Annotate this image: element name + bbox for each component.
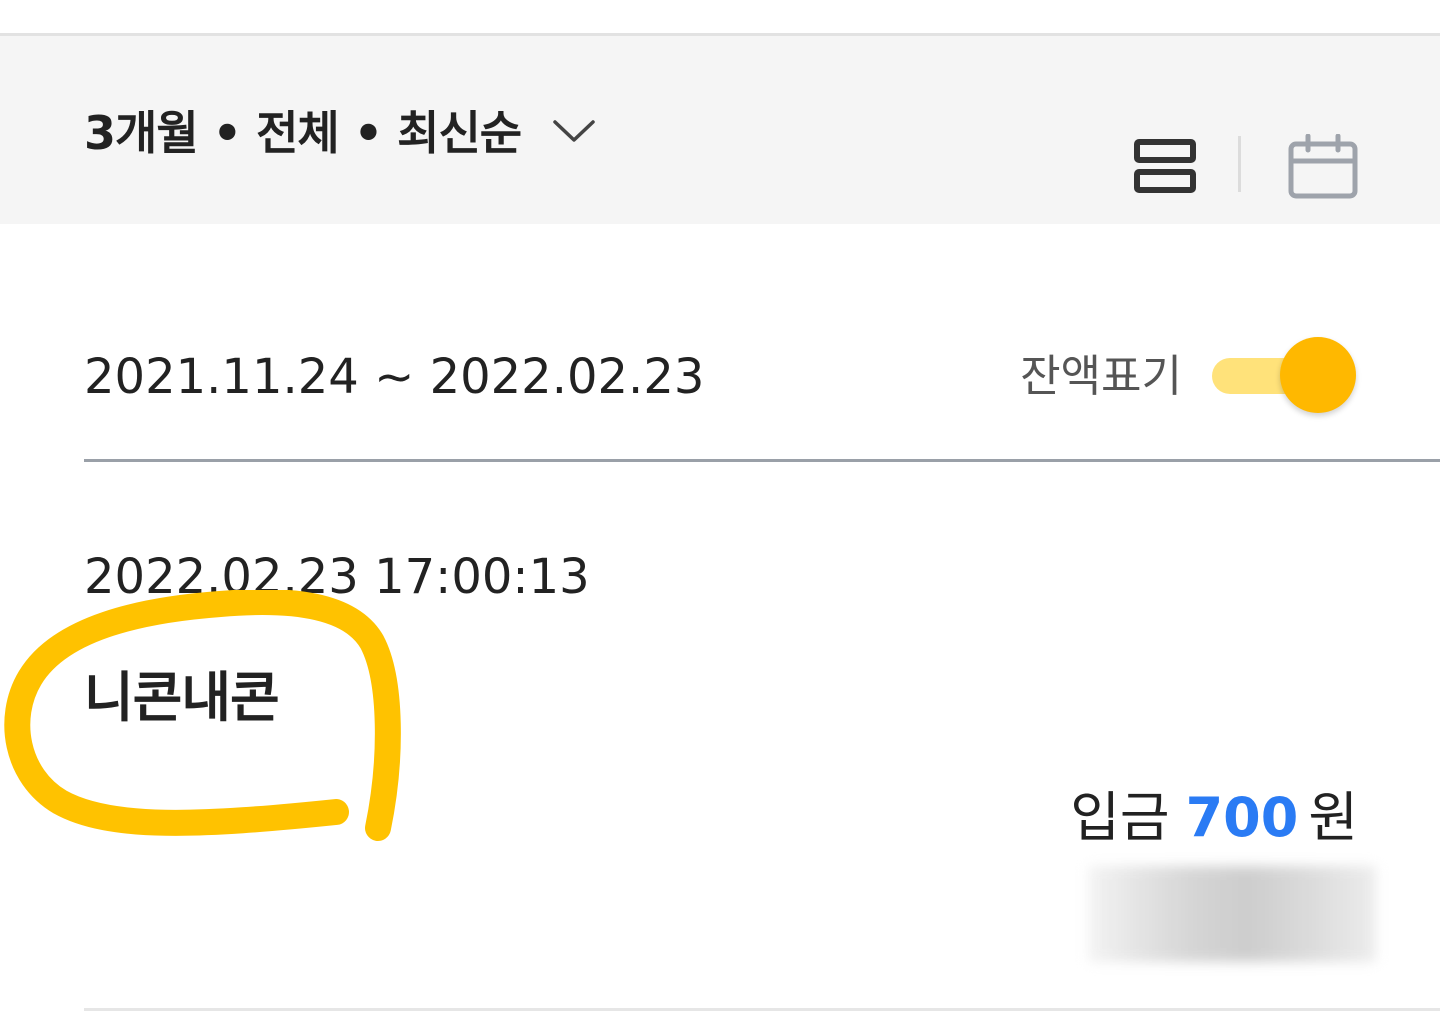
calendar-icon[interactable] [1286, 134, 1360, 200]
toggle-knob [1280, 337, 1356, 413]
list-view-icon[interactable] [1132, 136, 1198, 196]
transaction-amount: 입금 700 원 [1070, 782, 1358, 854]
section-divider [84, 459, 1440, 462]
chevron-down-icon [553, 120, 595, 142]
filter-bar: 3개월 • 전체 • 최신순 [0, 36, 1440, 224]
transaction-datetime: 2022.02.23 17:00:13 [84, 549, 590, 605]
view-toggle-separator [1238, 136, 1241, 192]
period-range: 2021.11.24 ~ 2022.02.23 [84, 349, 705, 405]
balance-toggle-switch[interactable] [1206, 336, 1362, 416]
amount-value: 700 [1185, 786, 1299, 849]
filter-summary: 3개월 • 전체 • 최신순 [84, 106, 522, 160]
balance-toggle-label: 잔액표기 [1020, 351, 1182, 402]
currency-unit: 원 [1308, 786, 1358, 849]
row-divider [84, 1008, 1440, 1011]
transaction-history-screen: 3개월 • 전체 • 최신순 2021.11.24 ~ 2022.02.23 잔… [0, 0, 1440, 1034]
transaction-name: 니콘내콘 [84, 666, 280, 729]
transaction-type: 입금 [1070, 786, 1170, 849]
filter-dropdown-button[interactable]: 3개월 • 전체 • 최신순 [84, 90, 597, 170]
blurred-balance [1088, 866, 1376, 962]
